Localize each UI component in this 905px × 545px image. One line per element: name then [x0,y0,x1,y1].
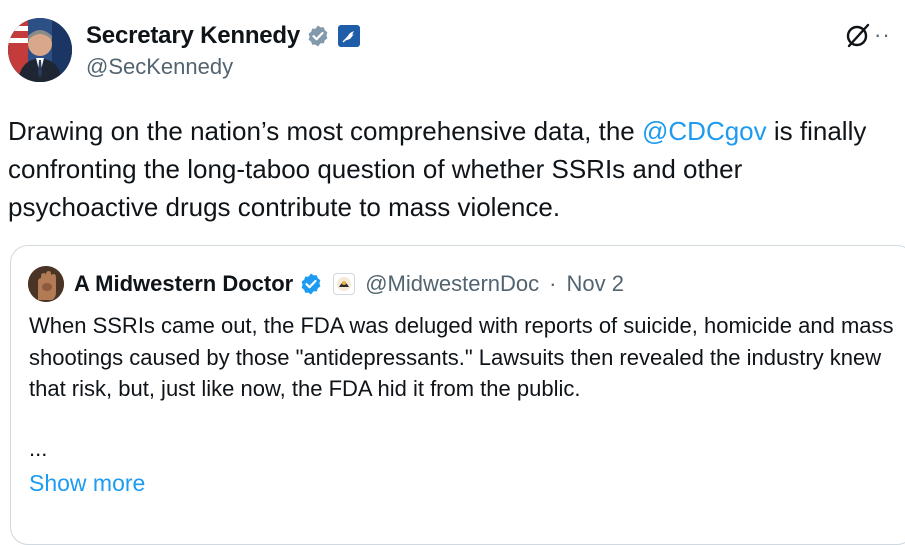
quoted-tweet-date[interactable]: Nov 2 [566,271,623,297]
mention-link[interactable]: @CDCgov [642,116,767,146]
quoted-tweet-text: When SSRIs came out, the FDA was deluged… [29,313,894,401]
tweet-text: Drawing on the nation’s most comprehensi… [8,112,898,226]
verified-badge-icon[interactable] [306,24,330,48]
quoted-tweet-ellipsis: ... [29,436,48,461]
show-more-link[interactable]: Show more [29,470,145,497]
hhs-eagle-icon[interactable] [338,25,361,47]
author-display-name[interactable]: Secretary Kennedy [86,22,300,50]
author-info: Secretary Kennedy @SecKennedy [86,20,361,80]
quoted-author-display-name[interactable]: A Midwestern Doctor [74,271,293,297]
quoted-tweet-header: A Midwestern Doctor @MidwesternDoc · Nov… [28,266,624,302]
author-handle[interactable]: @SecKennedy [86,54,360,80]
date-separator: · [549,271,557,296]
quoted-author-handle[interactable]: @MidwesternDoc [365,271,539,297]
tweet-text-start: Drawing on the nation’s most comprehensi… [8,116,642,146]
tweet-card: Secretary Kennedy @SecKennedy ·· Drawing… [0,0,905,545]
grok-icon[interactable] [843,20,873,50]
verified-badge-icon[interactable] [299,272,323,296]
more-options-icon[interactable]: ·· [874,22,891,48]
author-avatar[interactable] [8,18,72,82]
affiliate-badge-icon[interactable] [333,273,356,295]
quoted-author-avatar[interactable] [28,266,64,302]
quoted-tweet[interactable]: A Midwestern Doctor @MidwesternDoc · Nov… [10,245,905,545]
